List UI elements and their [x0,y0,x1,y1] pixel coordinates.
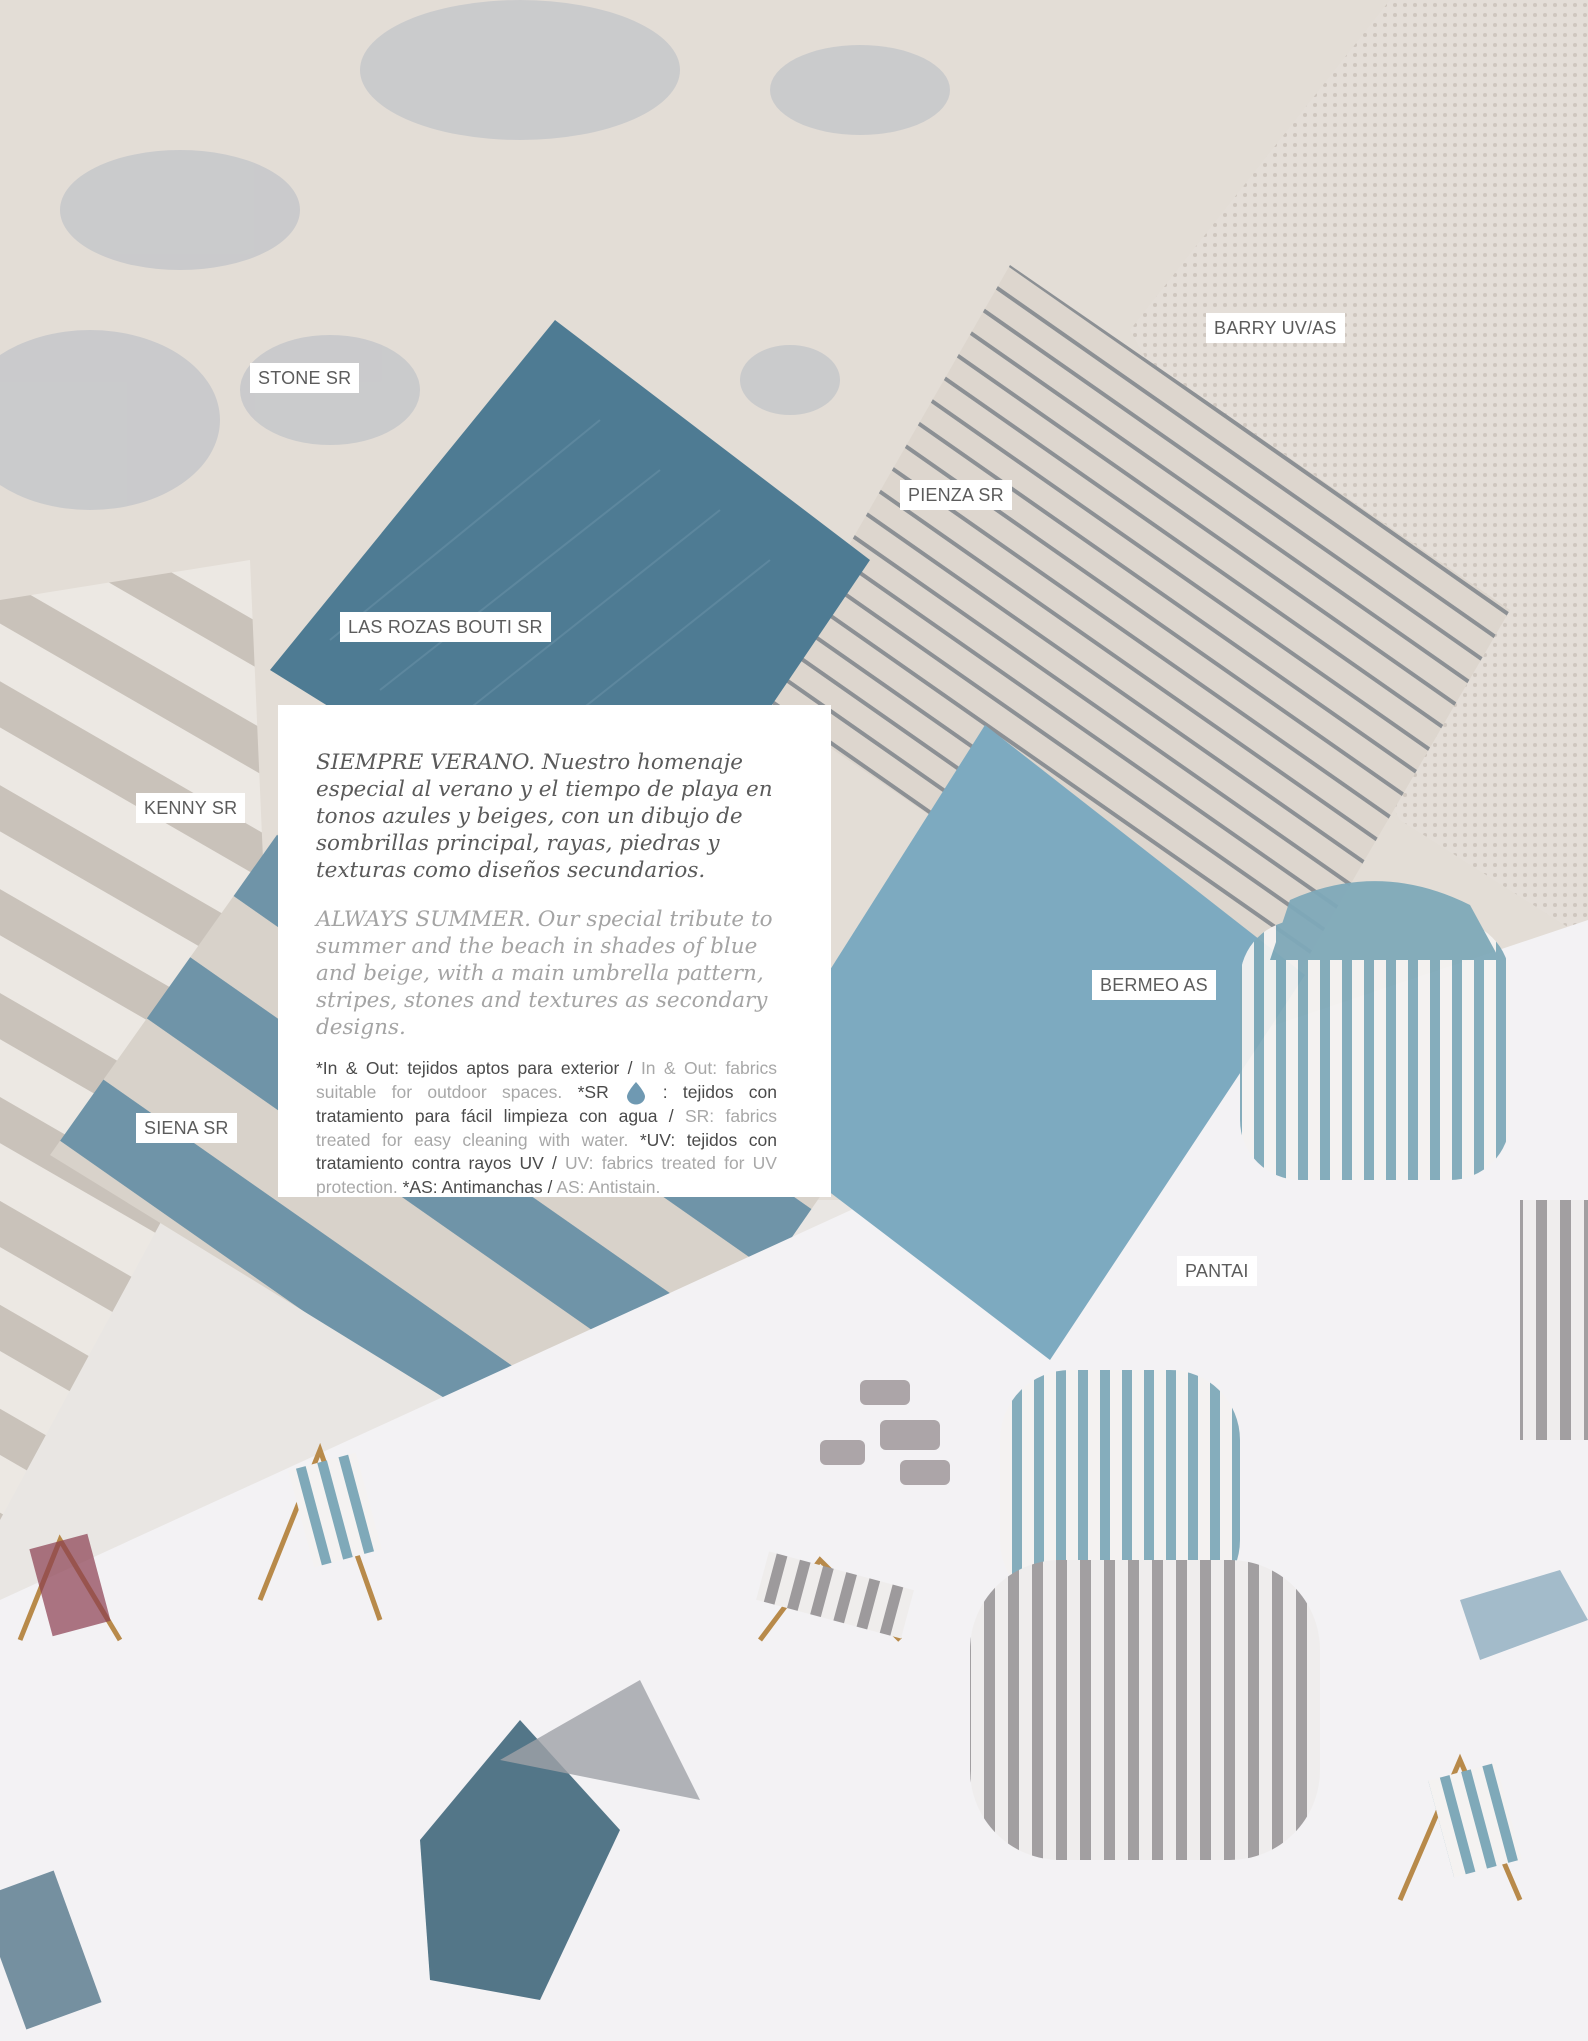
note-inout-es: *In & Out: tejidos aptos para exterior / [316,1058,633,1078]
fabric-label-las-rozas: LAS ROZAS BOUTI SR [340,612,551,642]
fabric-notes: *In & Out: tejidos aptos para exterior /… [316,1057,777,1199]
intro-english: ALWAYS SUMMER. Our special tribute to su… [316,907,773,1040]
description-card: SIEMPRE VERANO. Nuestro homenaje especia… [278,705,831,1197]
fabric-label-siena: SIENA SR [136,1113,237,1143]
fabric-label-pantai: PANTAI [1177,1256,1257,1286]
fabric-label-kenny: KENNY SR [136,793,246,823]
fabric-label-bermeo: BERMEO AS [1092,970,1216,1000]
water-drop-icon [626,1081,645,1105]
note-as-en: AS: Antistain. [556,1176,661,1197]
note-sr-label: *SR [577,1081,609,1102]
intro-spanish: SIEMPRE VERANO. Nuestro homenaje especia… [316,750,773,883]
fabric-label-barry: BARRY UV/AS [1206,313,1345,343]
fabric-label-pienza: PIENZA SR [900,480,1012,510]
note-as-es: *AS: Antimanchas / [402,1176,553,1197]
fabric-label-stone: STONE SR [250,363,360,393]
